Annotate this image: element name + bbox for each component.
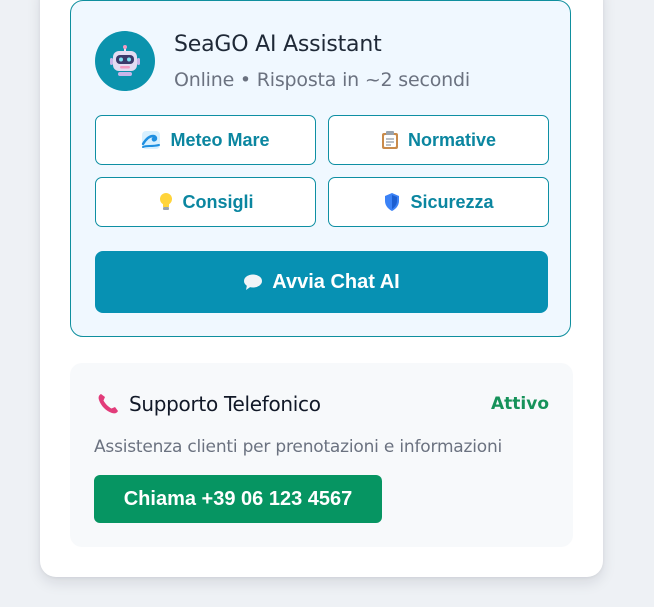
lightbulb-icon [159, 193, 172, 210]
status-badge: Attivo [491, 394, 549, 414]
call-button[interactable]: Chiama +39 06 123 4567 [94, 475, 382, 523]
wave-icon [142, 131, 161, 149]
start-ai-chat-button[interactable]: Avvia Chat AI [95, 251, 548, 313]
phone-support-card: Supporto Telefonico Attivo Assistenza cl… [70, 363, 573, 547]
meteo-mare-label: Meteo Mare [170, 129, 270, 150]
normative-button[interactable]: Normative [328, 115, 549, 165]
assistant-status: Online • Risposta in ~2 secondi [174, 69, 470, 91]
clipboard-icon [381, 131, 398, 149]
consigli-label: Consigli [182, 191, 254, 212]
ai-assistant-card: SeaGO AI Assistant Online • Risposta in … [70, 0, 571, 337]
start-ai-chat-label: Avvia Chat AI [272, 270, 400, 293]
normative-label: Normative [407, 129, 497, 150]
shield-icon [385, 193, 400, 211]
meteo-mare-button[interactable]: Meteo Mare [95, 115, 316, 165]
speech-bubble-icon [244, 274, 263, 290]
telephone-icon [98, 394, 118, 414]
assistant-title: SeaGO AI Assistant [174, 32, 382, 57]
consigli-button[interactable]: Consigli [95, 177, 316, 227]
support-panel: SeaGO AI Assistant Online • Risposta in … [40, 0, 603, 577]
sicurezza-label: Sicurezza [410, 191, 494, 212]
robot-avatar [95, 31, 155, 91]
phone-support-title: Supporto Telefonico [129, 392, 321, 416]
phone-support-description: Assistenza clienti per prenotazioni e in… [94, 437, 503, 457]
sicurezza-button[interactable]: Sicurezza [328, 177, 549, 227]
robot-icon [110, 45, 140, 76]
